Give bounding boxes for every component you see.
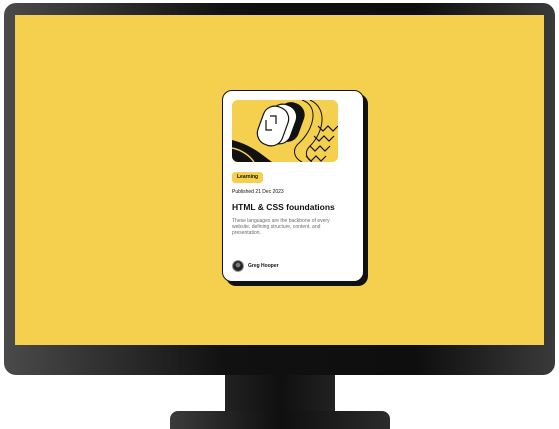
author-avatar-icon — [232, 260, 244, 272]
monitor-stand-neck — [225, 375, 335, 413]
article-illustration-icon — [232, 100, 338, 162]
category-tag: Learning — [232, 172, 264, 183]
author-name: Greg Hooper — [248, 263, 279, 269]
author-info: Greg Hooper — [232, 260, 279, 272]
monitor-stand-base — [170, 411, 390, 429]
card-title[interactable]: HTML & CSS foundations — [232, 202, 354, 212]
published-date: Published 21 Dec 2023 — [232, 189, 284, 195]
card-description: These languages are the backbone of ever… — [232, 218, 330, 237]
screen: Learning Published 21 Dec 2023 HTML & CS… — [15, 15, 544, 345]
blog-preview-card[interactable]: Learning Published 21 Dec 2023 HTML & CS… — [222, 90, 364, 282]
monitor-frame: Learning Published 21 Dec 2023 HTML & CS… — [4, 3, 555, 375]
